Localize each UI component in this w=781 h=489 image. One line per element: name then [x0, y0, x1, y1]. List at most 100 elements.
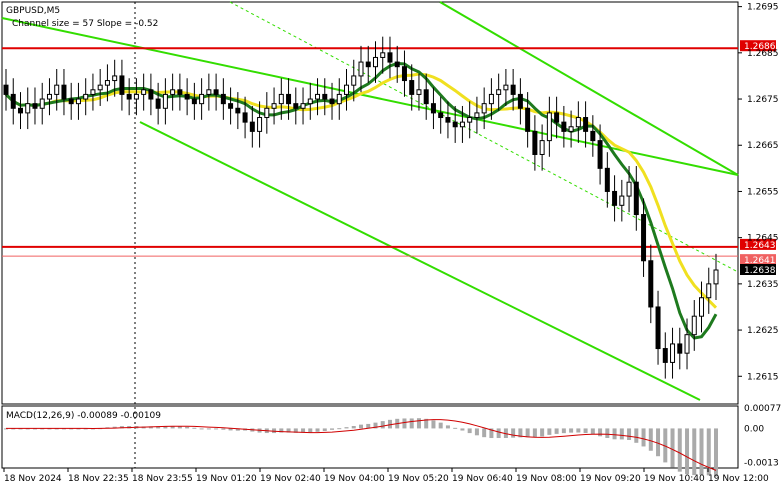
candle-body: [235, 107, 241, 114]
candle-body: [459, 121, 465, 128]
candle-body: [184, 93, 190, 100]
macd-bar: [199, 428, 204, 430]
macd-bar: [511, 428, 516, 438]
candle-body: [315, 93, 321, 100]
candle-body: [213, 89, 219, 95]
candle-body: [546, 112, 552, 142]
candle-body: [75, 98, 81, 105]
candle-body: [68, 98, 74, 105]
candle-body: [372, 56, 378, 68]
candle-body: [561, 121, 567, 132]
candle-body: [322, 93, 328, 100]
y-tick-label: 1.2625: [747, 326, 779, 336]
candle-body: [286, 93, 292, 105]
macd-bar: [554, 428, 559, 434]
macd-bar: [474, 428, 479, 436]
candle-body: [597, 140, 603, 169]
candle-body: [575, 117, 581, 128]
candle-body: [677, 343, 683, 354]
macd-bar: [641, 428, 646, 447]
macd-bar: [221, 428, 226, 430]
candle-body: [525, 107, 531, 132]
candle-body: [662, 348, 668, 363]
macd-bar: [330, 428, 335, 430]
candle-body: [54, 84, 60, 95]
candle-body: [684, 334, 690, 354]
symbol-title: GBPUSD,M5: [6, 6, 60, 16]
candle-body: [409, 80, 415, 95]
candle-body: [554, 112, 560, 123]
macd-bar: [206, 428, 211, 430]
candle-body: [416, 89, 422, 95]
candle-body: [626, 181, 632, 197]
macd-bar: [185, 426, 190, 429]
x-tick-label: 19 Nov 05:20: [388, 474, 449, 484]
candle-body: [517, 93, 523, 109]
candle-body: [655, 306, 661, 350]
candle-body: [242, 112, 248, 123]
macd-bar: [590, 428, 595, 435]
candle-body: [539, 140, 545, 155]
x-tick-label: 19 Nov 04:00: [324, 474, 385, 484]
macd-bar: [627, 428, 632, 440]
candle-body: [699, 297, 705, 317]
candle-body: [380, 52, 386, 58]
macd-bar: [214, 428, 219, 430]
candle-body: [61, 84, 67, 100]
macd-bar: [351, 426, 356, 429]
candle-body: [141, 89, 147, 95]
candle-body: [713, 269, 719, 285]
candle-body: [191, 98, 197, 105]
candle-body: [590, 130, 596, 142]
candle-body: [104, 80, 110, 86]
candle-body: [344, 84, 350, 95]
candle-body: [32, 103, 38, 109]
macd-bar: [692, 428, 697, 476]
macd-bar: [634, 428, 639, 443]
candle-body: [17, 107, 23, 114]
candle-body: [155, 98, 161, 109]
y-tick-label: 1.2615: [747, 372, 779, 382]
candle-body: [293, 103, 299, 109]
candle-body: [474, 112, 480, 119]
macd-bar: [453, 427, 458, 429]
candle-body: [10, 93, 16, 109]
candle-body: [39, 98, 45, 109]
macd-bar: [445, 425, 450, 429]
macd-bar: [496, 428, 501, 439]
macd-bar: [648, 428, 653, 451]
macd-bar: [612, 428, 617, 440]
macd-bar: [402, 418, 407, 429]
macd-bar: [605, 428, 610, 438]
y-tick-label: 1.2635: [747, 280, 779, 290]
x-tick-label: 19 Nov 01:20: [196, 474, 257, 484]
macd-bar: [431, 420, 436, 429]
candle-body: [401, 66, 407, 82]
candle-body: [278, 93, 284, 105]
candle-body: [220, 93, 226, 105]
macd-bar: [532, 428, 537, 438]
candle-body: [307, 98, 313, 105]
macd-bar: [337, 428, 342, 430]
macd-bar: [409, 418, 414, 429]
candle-body: [532, 130, 538, 155]
x-tick-label: 19 Nov 06:40: [452, 474, 513, 484]
candle-body: [228, 103, 234, 109]
macd-bar: [619, 428, 624, 440]
candle-body: [126, 93, 132, 100]
candle-body: [133, 93, 139, 100]
candle-body: [706, 283, 712, 299]
x-tick-label: 18 Nov 23:55: [132, 474, 193, 484]
y-tick-label: 1.2675: [747, 95, 779, 105]
x-tick-label: 19 Nov 12:00: [708, 474, 769, 484]
candle-body: [264, 107, 270, 119]
y-tick-label: 1.2685: [747, 49, 779, 59]
candle-body: [633, 181, 639, 216]
candle-body: [249, 121, 255, 132]
macd-bar: [467, 428, 472, 434]
macd-bar: [583, 428, 588, 434]
macd-bar: [308, 428, 313, 433]
candle-body: [619, 195, 625, 206]
candle-body: [568, 126, 574, 132]
candle-body: [148, 89, 154, 100]
